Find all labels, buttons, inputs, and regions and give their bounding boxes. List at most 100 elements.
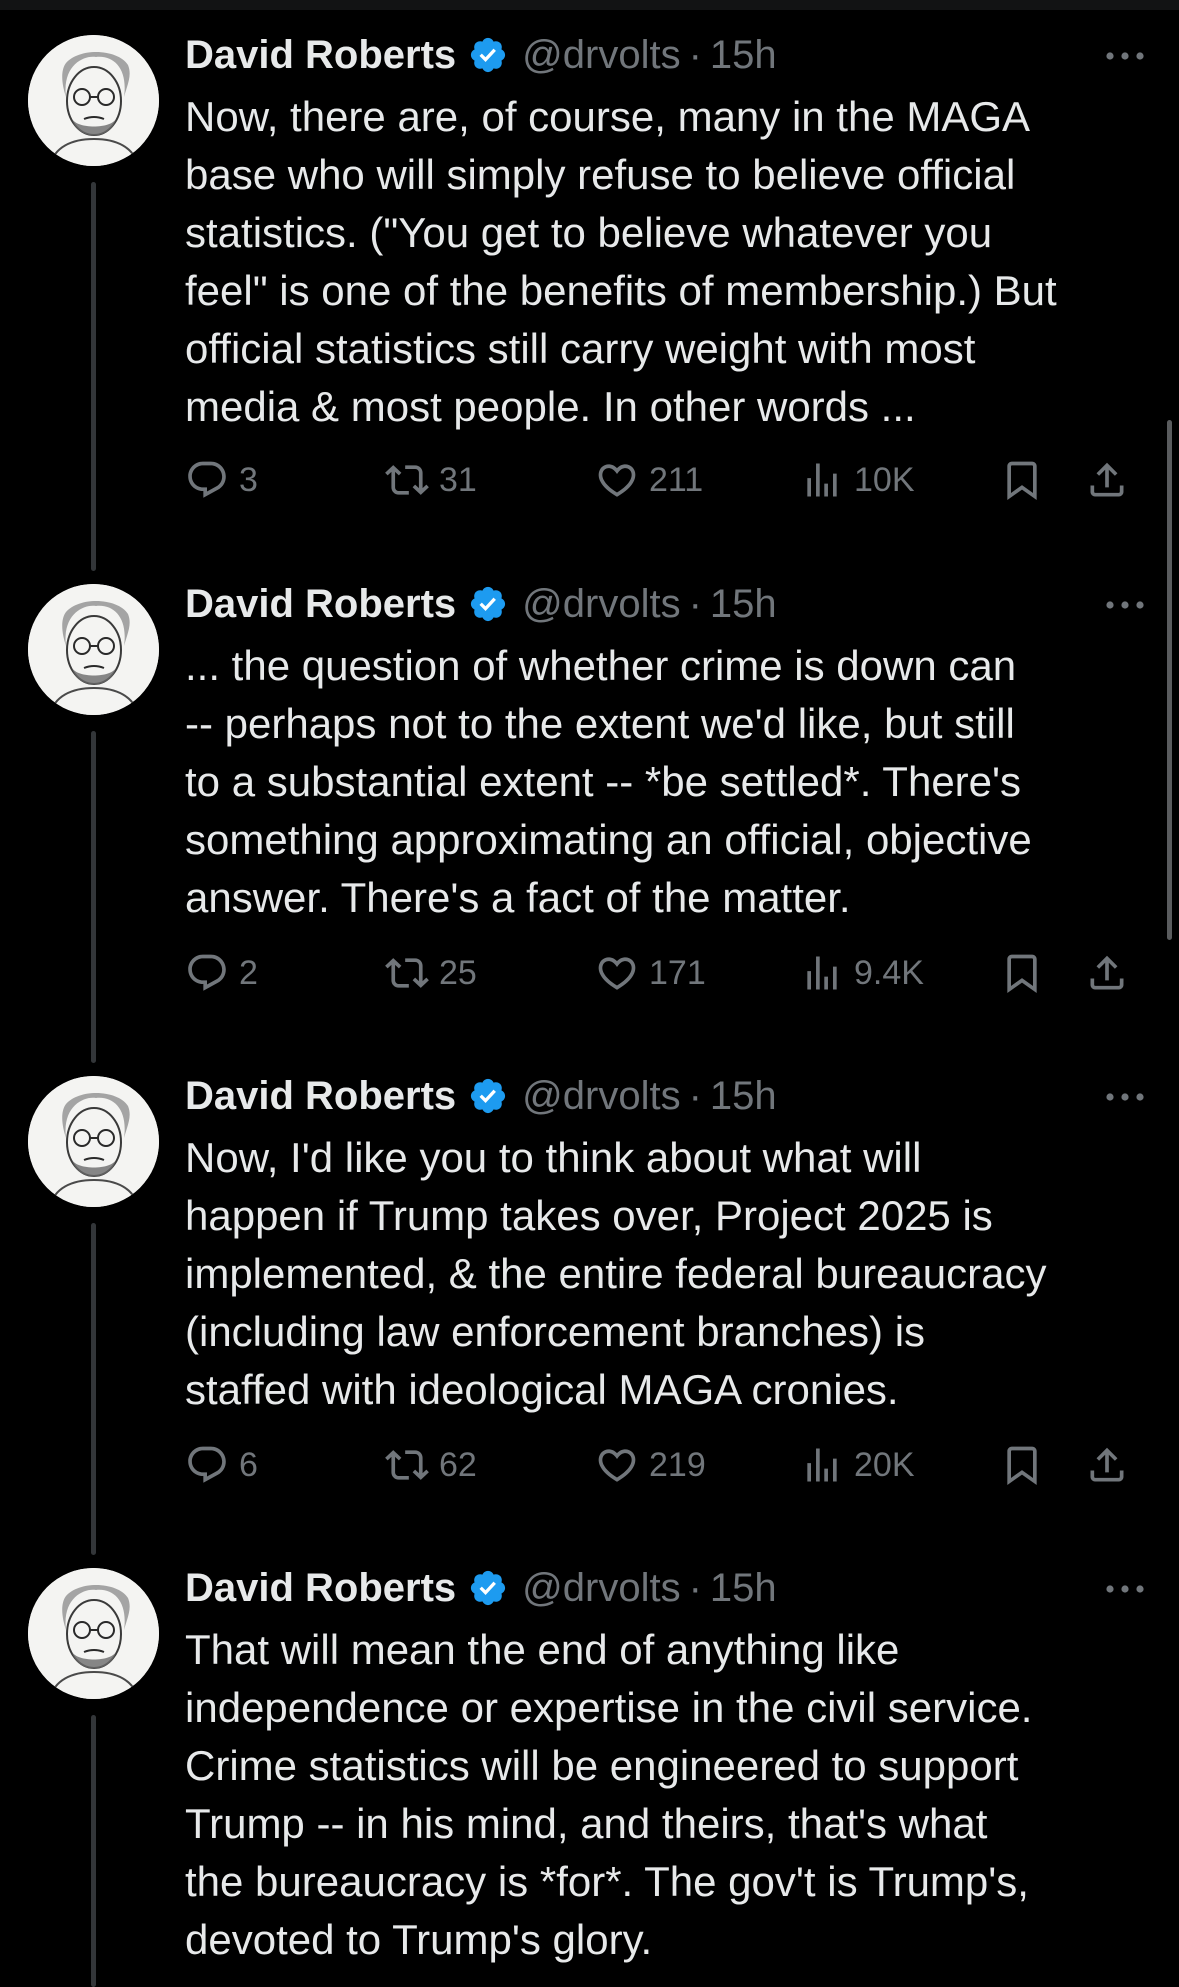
views-button[interactable]: 10K — [800, 450, 915, 510]
heart-icon — [595, 458, 639, 502]
tweet-timestamp[interactable]: 15h — [710, 1074, 777, 1119]
tweet-text-line: something approximating an official, obj… — [185, 816, 1032, 863]
tweet[interactable]: David Roberts @drvolts · 15h Now, I'd like y… — [0, 1041, 1179, 1555]
more-options-icon[interactable] — [1103, 44, 1147, 68]
tweet-text-line: statistics. ("You get to believe whateve… — [185, 209, 993, 256]
scrollbar[interactable] — [1167, 420, 1172, 940]
reply-icon — [185, 458, 229, 502]
tweet-timestamp[interactable]: 15h — [710, 582, 777, 627]
author-handle[interactable]: @drvolts — [522, 1074, 680, 1119]
tweet-header: David Roberts @drvolts · 15h — [185, 1071, 777, 1121]
share-button[interactable] — [1085, 450, 1129, 510]
bookmark-button[interactable] — [1000, 1435, 1044, 1495]
tweet-header: David Roberts @drvolts · 15h — [185, 30, 777, 80]
reply-button[interactable]: 3 — [185, 450, 258, 510]
more-options-icon[interactable] — [1103, 1085, 1147, 1109]
tweet-timestamp[interactable]: 15h — [710, 1566, 777, 1611]
views-count: 20K — [854, 1445, 915, 1484]
tweet-actions: 3 31 211 10K — [185, 450, 1155, 510]
bookmark-button[interactable] — [1000, 943, 1044, 1003]
avatar[interactable] — [28, 1076, 159, 1207]
author-handle[interactable]: @drvolts — [522, 33, 680, 78]
reply-icon — [185, 951, 229, 995]
tweet-text-line: staffed with ideological MAGA cronies. — [185, 1366, 899, 1413]
author-handle[interactable]: @drvolts — [522, 1566, 680, 1611]
like-count: 211 — [649, 460, 704, 499]
author-name[interactable]: David Roberts — [185, 1074, 456, 1119]
reply-button[interactable]: 2 — [185, 943, 258, 1003]
views-button[interactable]: 9.4K — [800, 943, 924, 1003]
thread-line — [91, 1223, 96, 1555]
tweet-text-line: answer. There's a fact of the matter. — [185, 874, 851, 921]
share-icon — [1085, 458, 1129, 502]
verified-badge-icon[interactable] — [468, 1568, 508, 1608]
author-name[interactable]: David Roberts — [185, 1566, 456, 1611]
tweet-text: That will mean the end of anything like i… — [185, 1621, 1145, 1969]
repost-icon — [385, 951, 429, 995]
repost-button[interactable]: 62 — [385, 1435, 477, 1495]
repost-button[interactable]: 31 — [385, 450, 477, 510]
like-button[interactable]: 211 — [595, 450, 703, 510]
author-name[interactable]: David Roberts — [185, 582, 456, 627]
reply-count: 2 — [239, 953, 258, 992]
tweet-header: David Roberts @drvolts · 15h — [185, 1563, 777, 1613]
tweet[interactable]: David Roberts @drvolts · 15h Now, there are,… — [0, 0, 1179, 571]
tweet-text-line: implemented, & the entire federal bureau… — [185, 1250, 1047, 1297]
tweet-text-line: devoted to Trump's glory. — [185, 1916, 653, 1963]
like-count: 171 — [649, 953, 706, 992]
bookmark-button[interactable] — [1000, 450, 1044, 510]
tweet-text-line: Now, I'd like you to think about what wi… — [185, 1134, 922, 1181]
reply-button[interactable]: 6 — [185, 1435, 258, 1495]
author-handle[interactable]: @drvolts — [522, 582, 680, 627]
tweet-actions: 2 25 171 9.4K — [185, 943, 1155, 1003]
tweet[interactable]: David Roberts @drvolts · 15h ... the questio… — [0, 549, 1179, 1063]
bookmark-icon — [1000, 1443, 1044, 1487]
repost-button[interactable]: 25 — [385, 943, 477, 1003]
views-count: 9.4K — [854, 953, 924, 992]
tweet-text-line: (including law enforcement branches) is — [185, 1308, 926, 1355]
more-options-icon[interactable] — [1103, 593, 1147, 617]
avatar[interactable] — [28, 1568, 159, 1699]
avatar[interactable] — [28, 584, 159, 715]
repost-count: 31 — [439, 460, 477, 499]
like-count: 219 — [649, 1445, 706, 1484]
tweet-text-line: ... the question of whether crime is dow… — [185, 642, 1017, 689]
header-separator: · — [688, 32, 702, 77]
views-button[interactable]: 20K — [800, 1435, 915, 1495]
share-button[interactable] — [1085, 943, 1129, 1003]
tweet-text-line: Trump -- in his mind, and theirs, that's… — [185, 1800, 988, 1847]
tweet-text-line: base who will simply refuse to believe o… — [185, 151, 1016, 198]
verified-badge-icon[interactable] — [468, 1076, 508, 1116]
repost-count: 62 — [439, 1445, 477, 1484]
tweet-text: ... the question of whether crime is dow… — [185, 637, 1145, 927]
tweet-text-line: the bureaucracy is *for*. The gov't is T… — [185, 1858, 1029, 1905]
heart-icon — [595, 1443, 639, 1487]
views-chart-icon — [800, 951, 844, 995]
author-name[interactable]: David Roberts — [185, 33, 456, 78]
verified-badge-icon[interactable] — [468, 584, 508, 624]
header-separator: · — [688, 1565, 702, 1610]
tweet-timestamp[interactable]: 15h — [710, 33, 777, 78]
thread-line — [91, 731, 96, 1063]
heart-icon — [595, 951, 639, 995]
like-button[interactable]: 171 — [595, 943, 706, 1003]
share-icon — [1085, 951, 1129, 995]
repost-icon — [385, 458, 429, 502]
tweet-text-line: -- perhaps not to the extent we'd like, … — [185, 700, 1015, 747]
tweet-text: Now, I'd like you to think about what wi… — [185, 1129, 1145, 1419]
repost-icon — [385, 1443, 429, 1487]
tweet[interactable]: David Roberts @drvolts · 15h That will mean … — [0, 1533, 1179, 1987]
tweet-text-line: official statistics still carry weight w… — [185, 325, 976, 372]
more-options-icon[interactable] — [1103, 1577, 1147, 1601]
tweet-header: David Roberts @drvolts · 15h — [185, 579, 777, 629]
reply-icon — [185, 1443, 229, 1487]
tweet-actions: 6 62 219 20K — [185, 1435, 1155, 1495]
tweet-text-line: feel" is one of the benefits of membersh… — [185, 267, 1057, 314]
bookmark-icon — [1000, 951, 1044, 995]
thread-line — [91, 182, 96, 571]
tweet-text-line: That will mean the end of anything like — [185, 1626, 900, 1673]
share-button[interactable] — [1085, 1435, 1129, 1495]
like-button[interactable]: 219 — [595, 1435, 706, 1495]
avatar[interactable] — [28, 35, 159, 166]
verified-badge-icon[interactable] — [468, 35, 508, 75]
